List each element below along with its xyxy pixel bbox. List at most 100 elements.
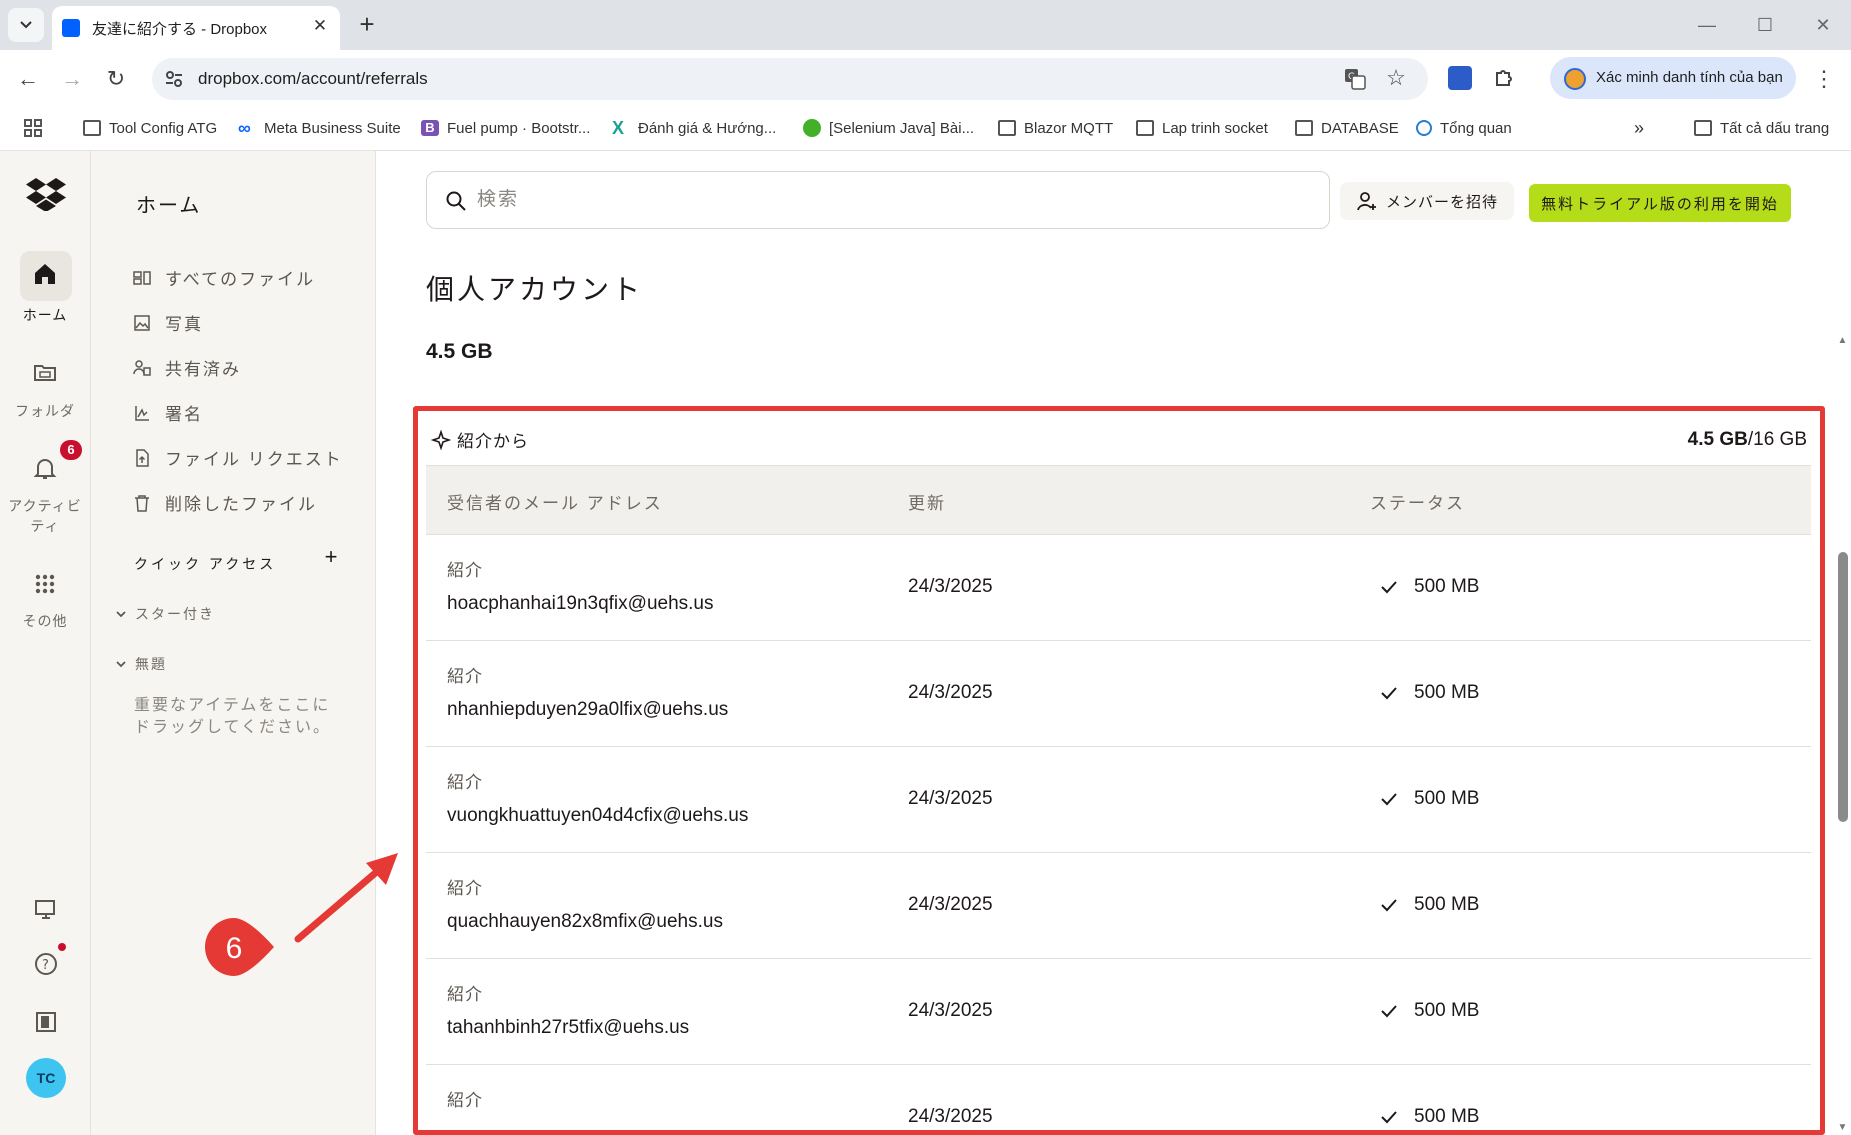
nav-photos[interactable]: 写真 (133, 310, 203, 335)
nav-file-requests[interactable]: ファイル リクエスト (133, 445, 343, 470)
referral-email: vuongkhuattuyen04d4cfix@uehs.us (447, 805, 749, 826)
folder-icon (1136, 120, 1154, 136)
rail-folders-label: フォルダ (15, 403, 75, 419)
bookmark-star-icon[interactable]: ☆ (1384, 66, 1408, 90)
bookmark-item[interactable]: ∞ Meta Business Suite (238, 114, 401, 142)
bootstrap-icon: B (421, 120, 439, 136)
x-logo-icon: X (612, 118, 625, 138)
search-icon (446, 191, 466, 211)
table-row: 紹介 quachhauyen82x8mfix@uehs.us 24/3/2025 50… (426, 853, 1811, 959)
bookmark-item[interactable]: X Đánh giá & Hướng... (612, 114, 776, 142)
add-quick-access-icon[interactable]: + (321, 546, 341, 568)
referral-email: tahanhbinh27r5tfix@uehs.us (447, 1017, 690, 1038)
reload-icon[interactable]: ↻ (100, 63, 132, 95)
bookmark-item[interactable]: B Fuel pump · Bootstr... (421, 114, 590, 142)
bookmarks-overflow-button[interactable]: » (1634, 114, 1644, 142)
rail-home[interactable]: ホーム (0, 261, 90, 325)
extension-icon[interactable] (1448, 66, 1472, 90)
profile-avatar (1564, 68, 1586, 90)
app-rail: ホーム フォルダ アクティビティ 6 その他 ? TC (0, 151, 91, 1135)
nav-shared[interactable]: 共有済み (133, 355, 241, 380)
folder-icon (83, 120, 101, 136)
dropbox-favicon-icon (62, 19, 80, 37)
referral-type: 紹介 (447, 773, 483, 792)
bookmark-item[interactable]: DATABASE (1295, 114, 1399, 142)
nav-deleted-files[interactable]: 削除したファイル (133, 490, 317, 515)
panel-toggle-icon[interactable] (33, 1009, 59, 1035)
url-text[interactable]: dropbox.com/account/referrals (198, 69, 428, 89)
close-tab-icon[interactable]: ✕ (310, 16, 330, 36)
desktop-app-icon[interactable] (33, 896, 59, 922)
referral-card-label: 紹介から (431, 427, 529, 452)
browser-menu-icon[interactable]: ⋮ (1812, 64, 1836, 94)
referral-status: 500 MB (1380, 894, 1479, 916)
referral-type: 紹介 (447, 985, 483, 1004)
add-user-icon (1357, 192, 1376, 211)
rail-activity[interactable]: アクティビティ (0, 456, 90, 536)
browser-toolbar: ← → ↻ dropbox.com/account/referrals G ☆ … (0, 50, 1851, 108)
site-info-icon[interactable] (164, 69, 184, 89)
rail-folders[interactable]: フォルダ (0, 359, 90, 421)
referral-status-value: 500 MB (1414, 894, 1480, 915)
checkmark-icon (1381, 793, 1397, 806)
table-row: 紹介 hoacphanhai19n3qfix@uehs.us 24/3/2025 50… (426, 535, 1811, 641)
referral-card: 紹介から 4.5 GB/16 GB 受信者のメール アドレス 更新 ステータス … (425, 413, 1811, 1135)
search-input[interactable] (477, 188, 1177, 212)
chevron-down-icon (116, 661, 126, 668)
minimize-icon[interactable]: — (1692, 10, 1722, 40)
scroll-up-icon[interactable]: ▲ (1837, 336, 1848, 346)
tab-title: 友達に紹介する - Dropbox (92, 21, 268, 38)
nav-signatures[interactable]: 署名 (133, 400, 203, 425)
starred-section-toggle[interactable]: スター付き (115, 604, 215, 624)
help-icon[interactable]: ? (33, 951, 59, 977)
photo-icon (134, 314, 150, 331)
invite-members-button[interactable]: メンバーを招待 (1340, 182, 1514, 220)
address-bar[interactable]: dropbox.com/account/referrals G ☆ (152, 58, 1428, 100)
annotation-step-number: 6 (226, 932, 243, 965)
bookmark-item[interactable]: [Selenium Java] Bài... (803, 114, 974, 142)
files-icon (133, 270, 151, 285)
tab-search-button[interactable] (8, 8, 44, 42)
scrollbar-thumb[interactable] (1838, 552, 1848, 822)
referral-type: 紹介 (447, 667, 483, 686)
checkmark-icon (1381, 1005, 1397, 1018)
bookmark-item[interactable]: Blazor MQTT (998, 114, 1113, 142)
referral-email: hoacphanhai19n3qfix@uehs.us (447, 593, 714, 614)
referral-table: 受信者のメール アドレス 更新 ステータス 紹介 hoacphanhai19n3q… (426, 465, 1811, 1135)
bookmark-item[interactable]: Tổng quan (1416, 114, 1512, 142)
notification-badge: 6 (60, 440, 82, 460)
nav-all-files[interactable]: すべてのファイル (133, 265, 315, 290)
start-free-trial-button[interactable]: 無料トライアル版の利用を開始 (1529, 184, 1791, 222)
nav-sidebar: ホーム すべてのファイル 写真 共有済み 署名 ファイル リクエスト 削除したフ… (91, 151, 376, 1135)
rail-more[interactable]: その他 (0, 571, 90, 631)
apps-grid-icon[interactable] (24, 114, 42, 142)
profile-verify-chip[interactable]: Xác minh danh tính của bạn (1550, 57, 1796, 99)
bookmark-item[interactable]: Tool Config ATG (83, 114, 217, 142)
column-header-updated[interactable]: 更新 (908, 489, 946, 514)
all-bookmarks[interactable]: Tất cả dấu trang (1694, 114, 1829, 142)
trash-icon (135, 494, 149, 512)
referral-status: 500 MB (1380, 788, 1479, 810)
new-tab-button[interactable]: + (352, 10, 382, 40)
puzzle-extensions-icon[interactable] (1492, 66, 1516, 90)
search-bar[interactable] (426, 171, 1330, 229)
translate-icon[interactable]: G (1344, 68, 1366, 90)
page-scrollbar[interactable]: ▲ ▼ (1834, 330, 1851, 1135)
untitled-section-toggle[interactable]: 無題 (115, 654, 167, 674)
checkmark-icon (1381, 687, 1397, 700)
column-header-email[interactable]: 受信者のメール アドレス (447, 489, 663, 514)
maximize-icon[interactable]: ☐ (1750, 10, 1780, 40)
bookmark-item[interactable]: Lap trinh socket (1136, 114, 1268, 142)
dropbox-logo-icon[interactable] (26, 177, 66, 211)
forward-arrow-icon[interactable]: → (56, 63, 88, 95)
table-header: 受信者のメール アドレス 更新 ステータス (426, 465, 1811, 535)
referral-date: 24/3/2025 (908, 894, 993, 915)
referral-status-value: 500 MB (1414, 682, 1480, 703)
bookmarks-bar: Tool Config ATG ∞ Meta Business Suite B Fu… (0, 108, 1851, 151)
scroll-down-icon[interactable]: ▼ (1837, 1123, 1848, 1133)
active-tab[interactable]: 友達に紹介する - Dropbox ✕ (52, 6, 340, 50)
user-avatar[interactable]: TC (26, 1058, 66, 1098)
window-close-icon[interactable]: ✕ (1808, 10, 1838, 40)
column-header-status[interactable]: ステータス (1370, 489, 1465, 514)
back-arrow-icon[interactable]: ← (12, 63, 44, 95)
